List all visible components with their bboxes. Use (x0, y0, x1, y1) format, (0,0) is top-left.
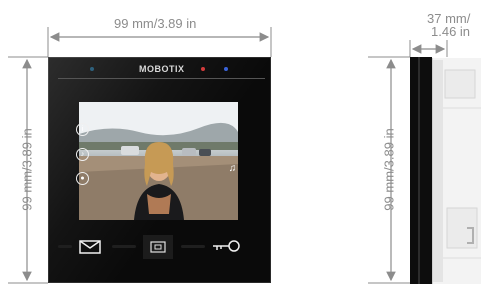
camera-button[interactable] (143, 235, 173, 259)
person-icon[interactable]: ● (76, 172, 89, 185)
panel-divider (58, 78, 265, 79)
device-side-front-plate (410, 57, 432, 284)
device-front-view: MOBOTIX i ♪ ● ♫ (48, 57, 271, 283)
camera-icon (150, 241, 166, 253)
video-screen (79, 102, 238, 220)
brand-logo: MOBOTIX (139, 64, 185, 74)
device-side-housing (432, 58, 481, 284)
depth-dimension-label-line2: 1.46 in (431, 24, 471, 39)
status-led-blue (224, 67, 228, 71)
side-height-dimension-label: 99 mm/3.89 in (381, 128, 397, 211)
status-led-left (90, 67, 94, 71)
status-led-red (201, 67, 205, 71)
bottom-divider-left (58, 245, 72, 248)
envelope-icon[interactable] (79, 240, 101, 254)
music-note-icon[interactable]: ♫ (227, 163, 238, 174)
side-plate-edge (418, 57, 420, 284)
info-icon[interactable]: i (76, 123, 89, 136)
front-height-dimension-label: 99 mm/3.89 in (19, 128, 35, 211)
bottom-divider-mid2 (181, 245, 205, 248)
width-dimension-label: 99 mm/3.89 in (114, 16, 197, 31)
bell-icon[interactable]: ♪ (76, 148, 89, 161)
bottom-divider-mid1 (112, 245, 136, 248)
camera-feed-image (79, 102, 238, 220)
housing-detail (433, 60, 481, 282)
key-icon[interactable] (211, 239, 241, 253)
